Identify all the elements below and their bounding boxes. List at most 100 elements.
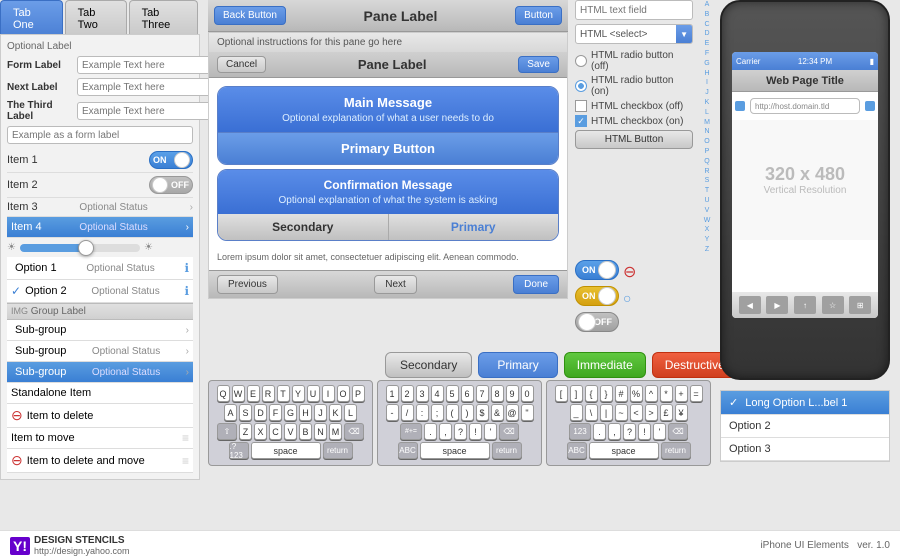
html-select[interactable]: HTML <select> ▼ (575, 24, 693, 44)
key-apos3[interactable]: ' (653, 423, 666, 440)
toggle-off-2[interactable]: OFF (149, 176, 193, 194)
sub-group-2[interactable]: Sub-group Optional Status › (7, 341, 193, 362)
key-period[interactable]: . (424, 423, 437, 440)
save-button[interactable]: Save (518, 56, 559, 73)
toggle-on-blue[interactable]: ON (575, 260, 619, 280)
key-0[interactable]: 0 (521, 385, 534, 402)
key-t[interactable]: T (277, 385, 290, 402)
key-s[interactable]: S (239, 404, 252, 421)
key-bracket-close[interactable]: ] (570, 385, 583, 402)
key-123[interactable]: 123 (569, 423, 591, 440)
key-plus[interactable]: + (675, 385, 688, 402)
key-y[interactable]: Y (292, 385, 305, 402)
next-button[interactable]: Next (374, 275, 417, 294)
iphone-forward-nav[interactable]: ▶ (766, 296, 788, 314)
done-button[interactable]: Done (513, 275, 559, 294)
key-gt[interactable]: > (645, 404, 658, 421)
move-handle-icon-2[interactable]: ≡ (182, 454, 189, 468)
iphone-bookmark-icon[interactable]: ☆ (822, 296, 844, 314)
key-return2[interactable]: return (492, 442, 522, 459)
radio-on-icon[interactable] (575, 80, 587, 92)
list-item-4[interactable]: Item 4 Optional Status › (7, 217, 193, 238)
key-pipe[interactable]: | (600, 404, 613, 421)
key-comma[interactable]: , (439, 423, 452, 440)
html-text-field[interactable] (575, 0, 693, 20)
key-caret[interactable]: ^ (645, 385, 658, 402)
key-c[interactable]: C (269, 423, 282, 440)
option-item-1[interactable]: Option 1 Optional Status ℹ (7, 257, 193, 280)
key-exclaim[interactable]: ! (469, 423, 482, 440)
key-colon[interactable]: : (416, 404, 429, 421)
key-brace-open[interactable]: { (585, 385, 598, 402)
previous-button[interactable]: Previous (217, 275, 278, 294)
primary-bottom-button[interactable]: Primary (478, 352, 557, 378)
secondary-button[interactable]: Secondary (385, 352, 472, 378)
key-v[interactable]: V (284, 423, 297, 440)
key-2[interactable]: 2 (401, 385, 414, 402)
radio-off-icon[interactable] (575, 55, 587, 67)
key-quote[interactable]: " (521, 404, 534, 421)
slider-thumb[interactable] (78, 240, 94, 256)
key-abc[interactable]: ABC (398, 442, 418, 459)
key-o[interactable]: O (337, 385, 350, 402)
delete-icon-2[interactable]: ⊖ (11, 452, 23, 469)
key-space[interactable]: space (251, 442, 321, 459)
key-yen[interactable]: ¥ (675, 404, 688, 421)
key-amp[interactable]: & (491, 404, 504, 421)
key-return3[interactable]: return (661, 442, 691, 459)
key-underscore[interactable]: _ (570, 404, 583, 421)
key-5[interactable]: 5 (446, 385, 459, 402)
key-sym[interactable]: #+= (400, 423, 422, 440)
right-list-item-2[interactable]: Option 2 (721, 415, 889, 438)
tab-two[interactable]: Tab Two (65, 0, 127, 37)
key-at[interactable]: @ (506, 404, 519, 421)
sub-group-1[interactable]: Sub-group › (7, 320, 193, 341)
key-comma3[interactable]: , (608, 423, 621, 440)
key-6[interactable]: 6 (461, 385, 474, 402)
key-shift[interactable]: ⇧ (217, 423, 237, 440)
key-b[interactable]: B (299, 423, 312, 440)
option-item-2[interactable]: ✓ Option 2 Optional Status ℹ (7, 280, 193, 303)
key-close-paren[interactable]: ) (461, 404, 474, 421)
key-x[interactable]: X (254, 423, 267, 440)
delete-icon-1[interactable]: ⊖ (11, 407, 23, 424)
key-exclaim3[interactable]: ! (638, 423, 651, 440)
key-9[interactable]: 9 (506, 385, 519, 402)
checkbox-off-icon[interactable] (575, 100, 587, 112)
key-g[interactable]: G (284, 404, 297, 421)
key-a[interactable]: A (224, 404, 237, 421)
toggle-on-1[interactable]: ON (149, 151, 193, 169)
key-p[interactable]: P (352, 385, 365, 402)
key-abc3[interactable]: ABC (567, 442, 587, 459)
key-f[interactable]: F (269, 404, 282, 421)
key-d[interactable]: D (254, 404, 267, 421)
standalone-item[interactable]: Standalone Item (7, 383, 193, 404)
right-list-item-3[interactable]: Option 3 (721, 438, 889, 461)
form-input-full[interactable] (7, 126, 193, 144)
key-4[interactable]: 4 (431, 385, 444, 402)
key-q[interactable]: Q (217, 385, 230, 402)
key-lt[interactable]: < (630, 404, 643, 421)
move-handle-icon[interactable]: ≡ (182, 431, 189, 445)
key-slash[interactable]: / (401, 404, 414, 421)
key-question3[interactable]: ? (623, 423, 636, 440)
key-backslash[interactable]: \ (585, 404, 598, 421)
key-bracket-open[interactable]: [ (555, 385, 568, 402)
key-semi[interactable]: ; (431, 404, 444, 421)
iphone-tabs-icon[interactable]: ⊞ (849, 296, 871, 314)
iphone-url-bar[interactable]: http://host.domain.tld (750, 98, 860, 114)
key-space2[interactable]: space (420, 442, 490, 459)
primary-button[interactable]: Primary Button (218, 132, 558, 164)
key-k[interactable]: K (329, 404, 342, 421)
key-l[interactable]: L (344, 404, 357, 421)
back-button[interactable]: Back Button (214, 6, 286, 25)
key-percent[interactable]: % (630, 385, 643, 402)
key-tilde[interactable]: ~ (615, 404, 628, 421)
form-input-1[interactable] (77, 56, 219, 74)
pane-button[interactable]: Button (515, 6, 562, 25)
html-button[interactable]: HTML Button (575, 130, 693, 149)
key-z[interactable]: Z (239, 423, 252, 440)
key-brace-close[interactable]: } (600, 385, 613, 402)
key-star[interactable]: * (660, 385, 673, 402)
iphone-share-icon[interactable]: ↑ (794, 296, 816, 314)
